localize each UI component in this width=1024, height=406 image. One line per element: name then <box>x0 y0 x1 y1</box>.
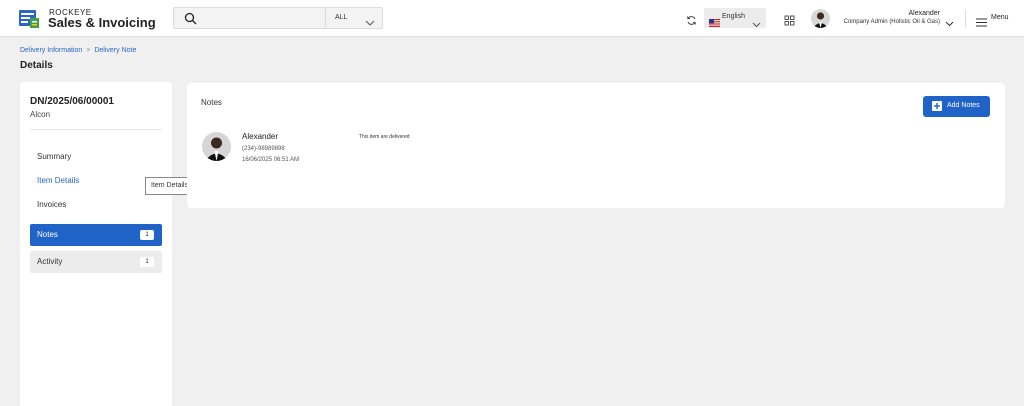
sidebar-item-activity[interactable]: Activity 1 <box>30 251 162 273</box>
header-divider <box>965 10 966 27</box>
top-header: ROCKEYE Sales & Invoicing ALL English Al… <box>0 0 1024 37</box>
note-text: This item are delivered <box>359 134 410 140</box>
breadcrumb-separator-icon: > <box>86 47 91 54</box>
sidebar-item-label: Invoices <box>37 200 67 209</box>
app-logo-icon[interactable] <box>18 8 40 30</box>
count-badge: 1 <box>140 230 154 240</box>
language-select[interactable]: English <box>704 8 766 28</box>
search-input[interactable] <box>204 10 324 26</box>
apps-grid-icon[interactable] <box>784 13 795 26</box>
search-filter-select[interactable]: ALL <box>335 14 347 21</box>
add-notes-button[interactable]: Add Notes <box>923 96 990 117</box>
sidebar-item-notes[interactable]: Notes 1 <box>30 224 162 246</box>
note-author: Alexander <box>242 132 279 141</box>
notes-panel: Notes Add Notes Alexander (234)-98989898… <box>187 83 1005 208</box>
note-phone: (234)-98989898 <box>242 146 285 152</box>
breadcrumb-item-delivery-note[interactable]: Delivery Note <box>94 47 136 54</box>
search-icon[interactable] <box>184 12 197 25</box>
user-name[interactable]: Alexander <box>908 10 940 17</box>
user-role: Company Admin (Holistic Oil & Gas) <box>843 19 940 25</box>
add-notes-label: Add Notes <box>947 102 980 109</box>
sidebar-item-label: Summary <box>37 152 72 161</box>
breadcrumb-item-delivery-information[interactable]: Delivery Information <box>20 47 82 54</box>
refresh-icon[interactable] <box>686 13 697 25</box>
sidebar-item-item-details[interactable]: Item Details <box>30 170 162 192</box>
plus-icon <box>932 101 942 111</box>
language-label: English <box>722 13 745 20</box>
details-sidebar: DN/2025/06/00001 Alcon Summary Item Deta… <box>20 82 172 406</box>
count-badge: 1 <box>140 257 154 267</box>
chevron-down-icon[interactable] <box>365 14 375 26</box>
sidebar-item-invoices[interactable]: Invoices <box>30 194 162 216</box>
chevron-down-icon <box>752 15 761 28</box>
sidebar-divider <box>30 129 162 130</box>
sidebar-item-summary[interactable]: Summary <box>30 146 162 168</box>
avatar <box>202 132 231 161</box>
menu-button[interactable]: Menu <box>991 14 1009 21</box>
sidebar-item-label: Notes <box>37 230 58 239</box>
sidebar-item-label: Activity <box>37 257 63 266</box>
page-title: Details <box>20 60 53 71</box>
note-timestamp: 16/06/2025 06:51 AM <box>242 157 300 163</box>
chevron-down-icon[interactable] <box>945 14 954 27</box>
global-search: ALL <box>173 7 383 29</box>
document-customer: Alcon <box>30 110 51 119</box>
notes-title: Notes <box>201 98 222 107</box>
us-flag-icon <box>709 14 720 27</box>
breadcrumb: Delivery Information > Delivery Note <box>20 47 136 54</box>
sidebar-item-label: Item Details <box>37 176 80 185</box>
document-number: DN/2025/06/00001 <box>30 96 114 107</box>
brand-name-main: Sales & Invoicing <box>48 15 156 30</box>
search-divider <box>325 8 326 28</box>
avatar[interactable] <box>811 9 830 28</box>
hamburger-menu-icon[interactable] <box>976 14 987 27</box>
